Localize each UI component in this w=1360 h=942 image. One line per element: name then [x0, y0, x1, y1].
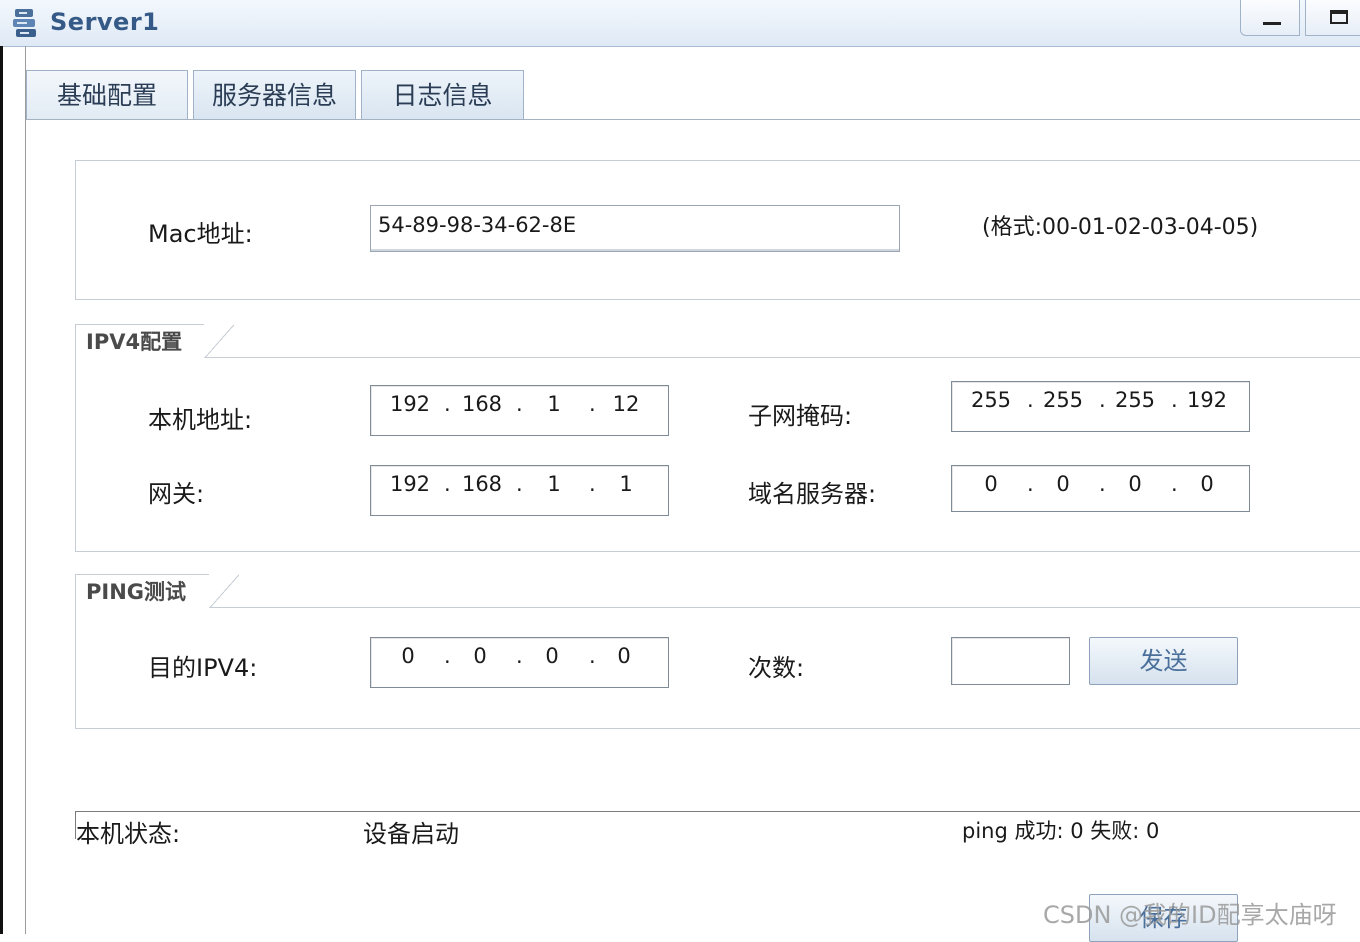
window-title: Server1 — [50, 8, 160, 36]
octet: 0 — [617, 644, 631, 668]
octet: 0 — [984, 472, 998, 496]
octet: 1 — [619, 472, 633, 496]
content-border — [25, 46, 26, 934]
octet: 1 — [547, 472, 561, 496]
octet-separator: . — [1099, 472, 1106, 496]
minimize-button[interactable] — [1240, 0, 1300, 36]
server-icon — [13, 9, 36, 37]
octet-separator: . — [444, 644, 451, 668]
octet-separator: . — [444, 392, 451, 416]
tab-server-info[interactable]: 服务器信息 — [193, 70, 356, 119]
octet: 0 — [545, 644, 559, 668]
octet-separator: . — [1027, 388, 1034, 412]
octet-separator: . — [589, 392, 596, 416]
device-status-value: 设备启动 — [363, 820, 459, 848]
octet-separator: . — [1027, 472, 1034, 496]
mac-address-input[interactable]: 54-89-98-34-62-8E — [370, 205, 900, 252]
ping-count-input[interactable] — [951, 637, 1070, 685]
octet-separator: . — [589, 472, 596, 496]
dns-server-label: 域名服务器: — [748, 480, 877, 508]
group-tab-edge — [209, 574, 239, 608]
tab-basic-config[interactable]: 基础配置 — [26, 70, 188, 119]
maximize-button[interactable] — [1305, 0, 1360, 36]
gateway-input[interactable]: 192 . 168 . 1 . 1 — [370, 465, 669, 516]
host-ip-input[interactable]: 192 . 168 . 1 . 12 — [370, 385, 669, 436]
octet: 0 — [473, 644, 487, 668]
ping-group-title: PING测试 — [75, 574, 210, 608]
device-status-label: 本机状态: — [76, 820, 181, 848]
host-ip-label: 本机地址: — [148, 406, 253, 434]
octet: 0 — [1056, 472, 1070, 496]
gateway-label: 网关: — [148, 480, 205, 508]
octet-separator: . — [516, 472, 523, 496]
watermark: CSDN @我的ID配享太庙呀 — [1043, 901, 1337, 929]
minimize-icon — [1263, 22, 1281, 25]
ping-result-text: ping 成功: 0 失败: 0 — [962, 819, 1160, 843]
dest-ip-input[interactable]: 0 . 0 . 0 . 0 — [370, 637, 669, 688]
subnet-mask-label: 子网掩码: — [748, 402, 853, 430]
octet-separator: . — [444, 472, 451, 496]
octet: 0 — [401, 644, 415, 668]
octet-separator: . — [1099, 388, 1106, 412]
tab-log-info[interactable]: 日志信息 — [361, 70, 524, 119]
ipv4-group-title: IPV4配置 — [75, 324, 205, 358]
octet: 0 — [1128, 472, 1142, 496]
mac-format-hint: (格式:00-01-02-03-04-05) — [982, 215, 1259, 240]
subnet-mask-input[interactable]: 255 . 255 . 255 . 192 — [951, 381, 1250, 432]
octet: 0 — [1200, 472, 1214, 496]
group-tab-edge — [204, 324, 234, 358]
octet: 192 — [389, 392, 431, 416]
octet: 1 — [547, 392, 561, 416]
octet: 192 — [389, 472, 431, 496]
window-frame-left — [0, 46, 3, 934]
octet: 255 — [1042, 388, 1084, 412]
send-button[interactable]: 发送 — [1089, 637, 1238, 685]
tab-divider — [26, 119, 1360, 120]
title-bar — [0, 0, 1360, 47]
octet-separator: . — [516, 644, 523, 668]
dns-server-input[interactable]: 0 . 0 . 0 . 0 — [951, 465, 1250, 512]
octet: 255 — [970, 388, 1012, 412]
ping-count-label: 次数: — [748, 654, 805, 682]
maximize-icon — [1330, 10, 1348, 24]
octet: 12 — [612, 392, 640, 416]
mac-label: Mac地址: — [148, 220, 253, 248]
octet-separator: . — [589, 644, 596, 668]
octet: 168 — [461, 472, 503, 496]
octet: 192 — [1186, 388, 1228, 412]
dest-ip-label: 目的IPV4: — [148, 654, 258, 682]
octet: 255 — [1114, 388, 1156, 412]
octet: 168 — [461, 392, 503, 416]
octet-separator: . — [516, 392, 523, 416]
octet-separator: . — [1171, 472, 1178, 496]
status-divider — [75, 811, 1360, 812]
octet-separator: . — [1171, 388, 1178, 412]
